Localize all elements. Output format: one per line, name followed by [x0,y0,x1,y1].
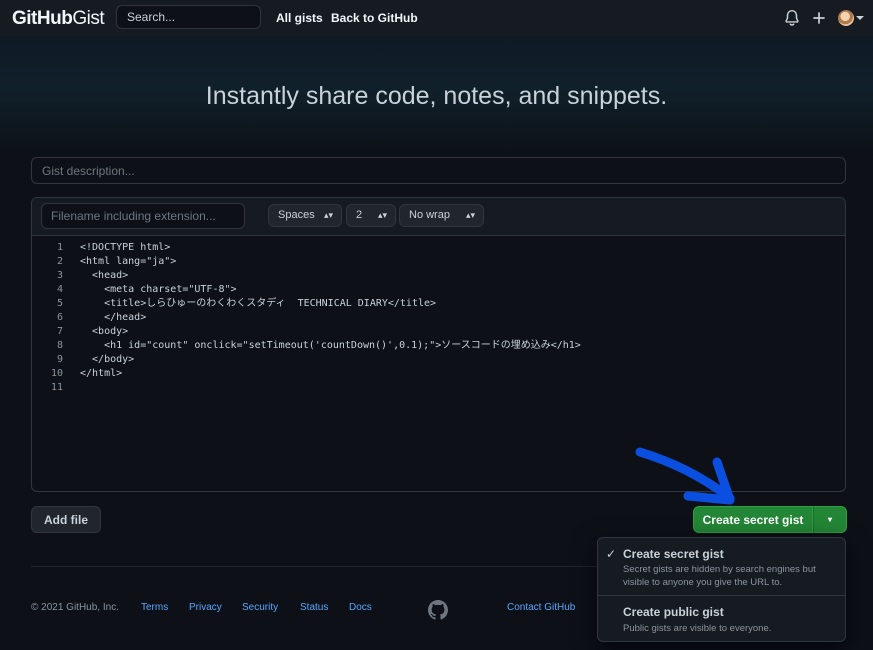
code-line[interactable]: 4 <meta charset="UTF-8"> [32,283,845,297]
nav-all-gists-link[interactable]: All gists [276,11,323,25]
add-file-button[interactable]: Add file [31,506,101,533]
wrap-mode-value: No wrap [409,209,450,221]
code-line-text: <title>しらひゅーのわくわくスタディ TECHNICAL DIARY</t… [80,298,437,309]
check-icon: ✓ [606,547,617,561]
footer-link-security[interactable]: Security [242,602,278,613]
plus-icon[interactable] [810,9,828,27]
line-number: 3 [56,270,63,281]
code-line-text: <h1 id="count" onclick="setTimeout('coun… [80,340,581,351]
code-line[interactable]: 11 [32,381,845,395]
indent-size-select[interactable]: 2 ▴▾ [346,204,396,227]
select-arrow-icon: ▴▾ [377,210,387,220]
filename-input[interactable] [41,203,245,229]
hero-banner: Instantly share code, notes, and snippet… [0,36,873,154]
code-line[interactable]: 8 <h1 id="count" onclick="setTimeout('co… [32,339,845,353]
line-number: 10 [50,368,63,379]
search-input[interactable] [116,5,261,29]
footer-link-terms[interactable]: Terms [141,602,168,613]
file-editor: Spaces ▴▾ 2 ▴▾ No wrap ▴▾ 1 <!DOCTYPE html> 2… [31,197,846,492]
logo-gist-text: Gist [72,8,105,29]
code-line-text: <!DOCTYPE html> [80,242,171,253]
code-line-text: <html lang="ja"> [80,256,177,267]
caret-down-icon[interactable] [855,14,865,22]
bell-icon[interactable] [783,9,801,27]
create-secret-gist-button[interactable]: Create secret gist [693,506,813,533]
code-line[interactable]: 2 <html lang="ja"> [32,255,845,269]
logo-github-text: GitHub [12,8,73,29]
code-editor[interactable]: 1 <!DOCTYPE html> 2 <html lang="ja"> 3 <head… [32,236,845,491]
code-line[interactable]: 9 </body> [32,353,845,367]
file-editor-header: Spaces ▴▾ 2 ▴▾ No wrap ▴▾ [32,198,845,236]
code-line-text: </body> [80,354,135,365]
hero-title: Instantly share code, notes, and snippet… [205,82,668,110]
code-line[interactable]: 1 <!DOCTYPE html> [32,241,845,255]
line-number: 5 [56,298,63,309]
app-header: GitHubGist All gists Back to GitHub [0,0,873,36]
menu-item-create-secret-gist[interactable]: ✓ Create secret gist Secret gists are hi… [598,538,845,595]
indent-mode-select[interactable]: Spaces ▴▾ [268,204,342,227]
footer-link-privacy[interactable]: Privacy [189,602,222,613]
create-gist-dropdown-button[interactable]: ▾ [813,506,847,533]
select-arrow-icon: ▴▾ [465,210,475,220]
footer-copyright: © 2021 GitHub, Inc. [31,602,119,613]
gist-description-input[interactable] [31,157,846,184]
line-number: 11 [50,382,63,393]
line-number: 2 [56,256,63,267]
menu-item-title: Create secret gist [623,547,724,561]
code-line-text: <head> [80,270,129,281]
avatar[interactable] [838,10,854,26]
indent-size-value: 2 [356,209,363,221]
line-number: 7 [56,326,63,337]
code-line-text: </html> [80,368,123,379]
footer-link-docs[interactable]: Docs [349,602,372,613]
create-gist-menu: ✓ Create secret gist Secret gists are hi… [597,537,846,642]
nav-back-to-github-link[interactable]: Back to GitHub [331,11,418,25]
code-line[interactable]: 5 <title>しらひゅーのわくわくスタディ TECHNICAL DIARY<… [32,297,845,311]
line-number: 9 [56,354,63,365]
code-line[interactable]: 7 <body> [32,325,845,339]
select-arrow-icon: ▴▾ [323,210,333,220]
code-line[interactable]: 3 <head> [32,269,845,283]
menu-item-title: Create public gist [623,605,724,619]
line-number: 4 [56,284,63,295]
github-gist-logo[interactable]: GitHubGist [12,8,105,30]
line-number: 6 [56,312,63,323]
menu-item-create-public-gist[interactable]: Create public gist Public gists are visi… [598,596,845,642]
code-line-text: </head> [80,312,147,323]
footer-link-status[interactable]: Status [300,602,328,613]
code-line[interactable]: 6 </head> [32,311,845,325]
code-line-text: <meta charset="UTF-8"> [80,284,237,295]
code-line-text: <body> [80,326,129,337]
line-number: 8 [56,340,63,351]
menu-item-description: Secret gists are hidden by search engine… [623,564,816,588]
footer-link-contact[interactable]: Contact GitHub [507,602,575,613]
menu-item-description: Public gists are visible to everyone. [623,623,772,634]
octocat-icon[interactable] [428,600,448,620]
code-line[interactable]: 10 </html> [32,367,845,381]
indent-mode-value: Spaces [278,209,315,221]
line-number: 1 [56,242,63,253]
wrap-mode-select[interactable]: No wrap ▴▾ [399,204,484,227]
